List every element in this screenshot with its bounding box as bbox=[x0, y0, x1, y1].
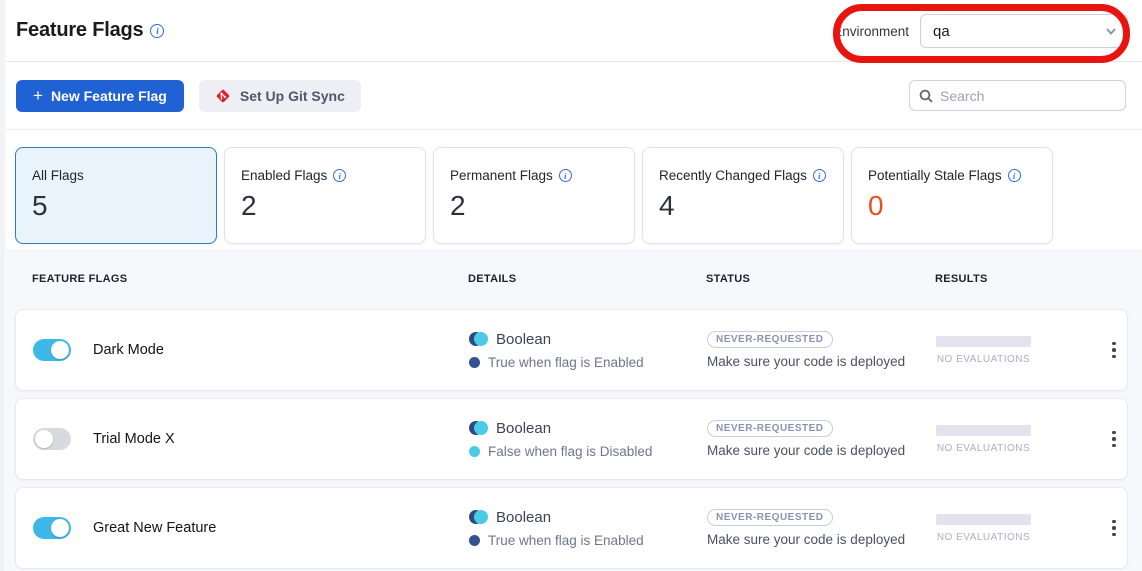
flag-name-link[interactable]: Dark Mode bbox=[93, 342, 164, 358]
flag-value-text: True when flag is Enabled bbox=[488, 355, 644, 370]
feature-flags-page: Feature Flags Environment qa + New Featu… bbox=[0, 0, 1142, 571]
results-text: NO EVALUATIONS bbox=[936, 443, 1031, 454]
info-icon[interactable] bbox=[559, 169, 572, 182]
info-icon[interactable] bbox=[333, 169, 346, 182]
results-text: NO EVALUATIONS bbox=[936, 532, 1031, 543]
flag-type-label: Boolean bbox=[496, 509, 551, 526]
git-sync-label: Set Up Git Sync bbox=[240, 88, 345, 104]
results-placeholder-bar bbox=[936, 425, 1031, 436]
results-text: NO EVALUATIONS bbox=[936, 354, 1031, 365]
boolean-type-icon bbox=[469, 510, 488, 524]
search-input[interactable] bbox=[940, 88, 1116, 104]
flag-value-text: False when flag is Disabled bbox=[488, 444, 652, 459]
flag-cell: Great New Feature bbox=[16, 517, 469, 539]
environment-dropdown[interactable]: qa bbox=[920, 14, 1128, 48]
results-cell: NO EVALUATIONS bbox=[936, 336, 1031, 365]
kebab-menu-icon[interactable] bbox=[1106, 425, 1122, 454]
title-wrap: Feature Flags bbox=[16, 19, 164, 42]
kebab-menu-icon[interactable] bbox=[1106, 514, 1122, 543]
column-header-details: DETAILS bbox=[468, 273, 706, 285]
stat-value: 4 bbox=[659, 191, 827, 222]
feature-flags-table: FEATURE FLAGS DETAILS STATUS RESULTS Dar… bbox=[0, 249, 1142, 571]
stat-card-enabled-flags[interactable]: Enabled Flags 2 bbox=[224, 147, 426, 244]
stat-value: 2 bbox=[241, 191, 409, 222]
value-dot-icon bbox=[469, 446, 480, 457]
stat-card-all-flags[interactable]: All Flags 5 bbox=[15, 147, 217, 244]
details-cell: Boolean True when flag is Enabled bbox=[469, 331, 707, 370]
flag-name-link[interactable]: Trial Mode X bbox=[93, 431, 175, 447]
flag-cell: Dark Mode bbox=[16, 339, 469, 361]
boolean-type-icon bbox=[469, 421, 488, 435]
new-feature-flag-label: New Feature Flag bbox=[51, 88, 167, 104]
column-header-feature-flags: FEATURE FLAGS bbox=[32, 273, 468, 285]
search-icon bbox=[919, 89, 933, 103]
flag-type-label: Boolean bbox=[496, 420, 551, 437]
chevron-down-icon bbox=[1105, 25, 1117, 37]
kebab-menu-icon[interactable] bbox=[1106, 336, 1122, 365]
stat-value: 5 bbox=[32, 191, 200, 222]
status-cell: NEVER-REQUESTED Make sure your code is d… bbox=[707, 509, 936, 547]
status-cell: NEVER-REQUESTED Make sure your code is d… bbox=[707, 331, 936, 369]
menu-cell bbox=[1093, 336, 1127, 365]
plus-icon: + bbox=[33, 87, 43, 104]
flag-type-label: Boolean bbox=[496, 331, 551, 348]
column-header-status: STATUS bbox=[706, 273, 935, 285]
environment-selector-group: Environment qa bbox=[833, 14, 1128, 48]
git-icon bbox=[215, 88, 231, 104]
menu-cell bbox=[1093, 514, 1127, 543]
status-cell: NEVER-REQUESTED Make sure your code is d… bbox=[707, 420, 936, 458]
status-text: Make sure your code is deployed bbox=[707, 354, 905, 369]
set-up-git-sync-button[interactable]: Set Up Git Sync bbox=[199, 80, 361, 112]
value-dot-icon bbox=[469, 535, 480, 546]
stat-card-permanent-flags[interactable]: Permanent Flags 2 bbox=[433, 147, 635, 244]
flag-toggle[interactable] bbox=[33, 339, 71, 361]
stat-card-potentially-stale-flags[interactable]: Potentially Stale Flags 0 bbox=[851, 147, 1053, 244]
table-row: Trial Mode X Boolean False when flag is … bbox=[15, 398, 1128, 480]
details-cell: Boolean True when flag is Enabled bbox=[469, 509, 707, 548]
table-header-row: FEATURE FLAGS DETAILS STATUS RESULTS bbox=[0, 249, 1142, 309]
info-icon[interactable] bbox=[1008, 169, 1021, 182]
results-placeholder-bar bbox=[936, 336, 1031, 347]
menu-cell bbox=[1093, 425, 1127, 454]
results-cell: NO EVALUATIONS bbox=[936, 425, 1031, 454]
stat-value: 0 bbox=[868, 191, 1036, 222]
boolean-type-icon bbox=[469, 332, 488, 346]
page-title: Feature Flags bbox=[16, 19, 143, 42]
left-edge-strip bbox=[0, 0, 6, 571]
environment-label: Environment bbox=[833, 24, 909, 39]
results-placeholder-bar bbox=[936, 514, 1031, 525]
flag-cell: Trial Mode X bbox=[16, 428, 469, 450]
flag-toggle[interactable] bbox=[33, 517, 71, 539]
stats-cards: All Flags 5 Enabled Flags 2 Permanent Fl… bbox=[0, 130, 1142, 249]
details-cell: Boolean False when flag is Disabled bbox=[469, 420, 707, 459]
status-text: Make sure your code is deployed bbox=[707, 532, 905, 547]
table-row: Dark Mode Boolean True when flag is Enab… bbox=[15, 309, 1128, 391]
new-feature-flag-button[interactable]: + New Feature Flag bbox=[16, 80, 184, 112]
stat-label: Permanent Flags bbox=[450, 168, 553, 183]
value-dot-icon bbox=[469, 357, 480, 368]
status-badge: NEVER-REQUESTED bbox=[707, 331, 833, 348]
stat-label: Enabled Flags bbox=[241, 168, 327, 183]
stat-label: Recently Changed Flags bbox=[659, 168, 807, 183]
toolbar: + New Feature Flag Set Up Git Sync bbox=[0, 62, 1142, 130]
status-text: Make sure your code is deployed bbox=[707, 443, 905, 458]
stat-value: 2 bbox=[450, 191, 618, 222]
search-box bbox=[909, 80, 1126, 111]
info-icon[interactable] bbox=[813, 169, 826, 182]
flag-toggle[interactable] bbox=[33, 428, 71, 450]
status-badge: NEVER-REQUESTED bbox=[707, 509, 833, 526]
flag-value-text: True when flag is Enabled bbox=[488, 533, 644, 548]
status-badge: NEVER-REQUESTED bbox=[707, 420, 833, 437]
stat-label: Potentially Stale Flags bbox=[868, 168, 1002, 183]
stat-label: All Flags bbox=[32, 168, 84, 183]
stat-card-recently-changed-flags[interactable]: Recently Changed Flags 4 bbox=[642, 147, 844, 244]
column-header-results: RESULTS bbox=[935, 273, 1142, 285]
info-icon[interactable] bbox=[150, 24, 164, 38]
page-header: Feature Flags Environment qa bbox=[0, 0, 1142, 62]
environment-value: qa bbox=[933, 23, 950, 40]
flag-name-link[interactable]: Great New Feature bbox=[93, 520, 216, 536]
results-cell: NO EVALUATIONS bbox=[936, 514, 1031, 543]
table-row: Great New Feature Boolean True when flag… bbox=[15, 487, 1128, 569]
